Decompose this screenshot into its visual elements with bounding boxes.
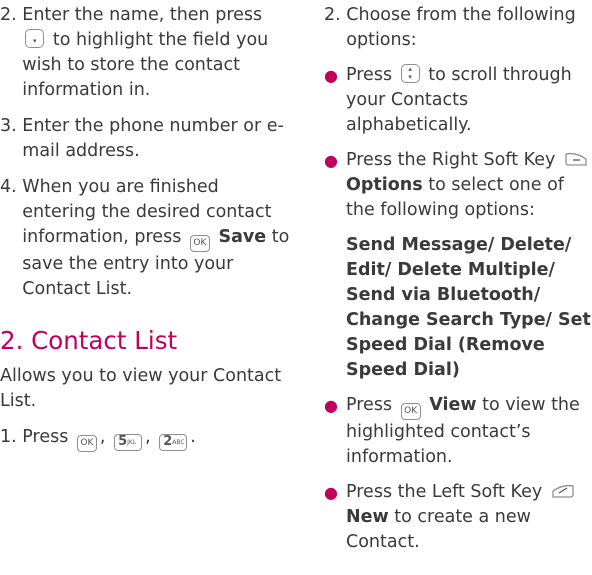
step-3-left: 3. Enter the phone number or e-mail addr… [0, 114, 290, 164]
view-label: View [429, 395, 477, 415]
section-heading: 2. Contact List [0, 326, 178, 355]
step-4-left: 4. When you are finished entering the de… [0, 175, 290, 302]
ok-key-icon: OK [76, 435, 97, 452]
new-label: New [346, 507, 389, 527]
bullet-right-soft-key: ● Press the Right Soft Key Options to se… [324, 148, 592, 223]
five-key-icon: 5JKL [114, 434, 143, 451]
bullet-text-a: Press [346, 65, 393, 85]
step-text: Enter the name, then press ▾ to highligh… [22, 3, 290, 103]
bullet-dot-icon: ● [324, 483, 338, 502]
bullet-text-a: Press the Left Soft Key [346, 482, 543, 502]
left-soft-key-icon [550, 482, 575, 500]
separator: , [145, 427, 151, 447]
nav-down-key-icon: ▾ [25, 29, 45, 48]
bullet-scroll: ● Press ▴ ▾ to scroll through your Contac… [324, 63, 592, 138]
step-number: 2. [324, 5, 347, 25]
step-2-right: 2. Choose from the following options: [324, 3, 592, 53]
left-column: 2. Enter the name, then press ▾ to highl… [0, 0, 290, 452]
bullet-dot-icon: ● [324, 151, 338, 170]
bullet-dot-icon: ● [324, 396, 338, 415]
bullet-text: Press OK View to view the highlighted co… [346, 393, 592, 470]
right-soft-key-icon [563, 150, 588, 168]
step-text: Choose from the following options: [346, 5, 576, 50]
step-text: Press OK, 5JKL, 2ABC. [22, 425, 290, 452]
ok-key-icon: OK [400, 403, 421, 420]
step-text: Enter the phone number or e-mail address… [22, 116, 284, 161]
option-list: Send Message/ Delete/ Edit/ Delete Multi… [346, 235, 591, 380]
two-key-digit: 2 [163, 434, 173, 449]
bullet-text: Press ▴ ▾ to scroll through your Contacts… [346, 63, 592, 138]
step-1-left: 1. Press OK, 5JKL, 2ABC. [0, 425, 290, 452]
bullet-text-a: Press the Right Soft Key [346, 150, 556, 170]
five-key-letters: JKL [127, 439, 137, 446]
bullet-view: ● Press OK View to view the highlighted … [324, 393, 592, 470]
right-column: 2. Choose from the following options: ● … [324, 0, 592, 555]
section-intro: Allows you to view your Contact List. [0, 366, 282, 411]
step-text-a: Press [22, 427, 69, 447]
two-key-letters: ABC [172, 439, 185, 446]
options-label: Options [346, 175, 423, 195]
step-text: When you are finished entering the desir… [22, 175, 290, 302]
bullet-left-soft-key: ● Press the Left Soft Key New to create … [324, 480, 592, 555]
separator: , [99, 427, 106, 447]
five-key-digit: 5 [118, 434, 128, 449]
ok-key-icon: OK [189, 235, 210, 252]
nav-up-down-key-icon: ▴ ▾ [400, 64, 420, 83]
step-text-a: Enter the name, then press [22, 5, 263, 25]
period: . [190, 427, 196, 447]
step-number: 4. [0, 177, 23, 197]
step-text-b: to highlight the field you wish to store… [22, 30, 269, 100]
bullet-text: Press the Left Soft Key New to create a … [346, 480, 592, 555]
step-number: 1. [0, 427, 23, 447]
step-number: 2. [0, 5, 23, 25]
bullet-text-a: Press [346, 395, 393, 415]
save-label: Save [218, 227, 267, 247]
step-number: 3. [0, 116, 23, 136]
bullet-dot-icon: ● [324, 66, 338, 85]
step-2-left: 2. Enter the name, then press ▾ to highl… [0, 3, 290, 103]
two-key-icon: 2ABC [159, 434, 188, 451]
bullet-text: Press the Right Soft Key Options to sele… [346, 148, 592, 223]
